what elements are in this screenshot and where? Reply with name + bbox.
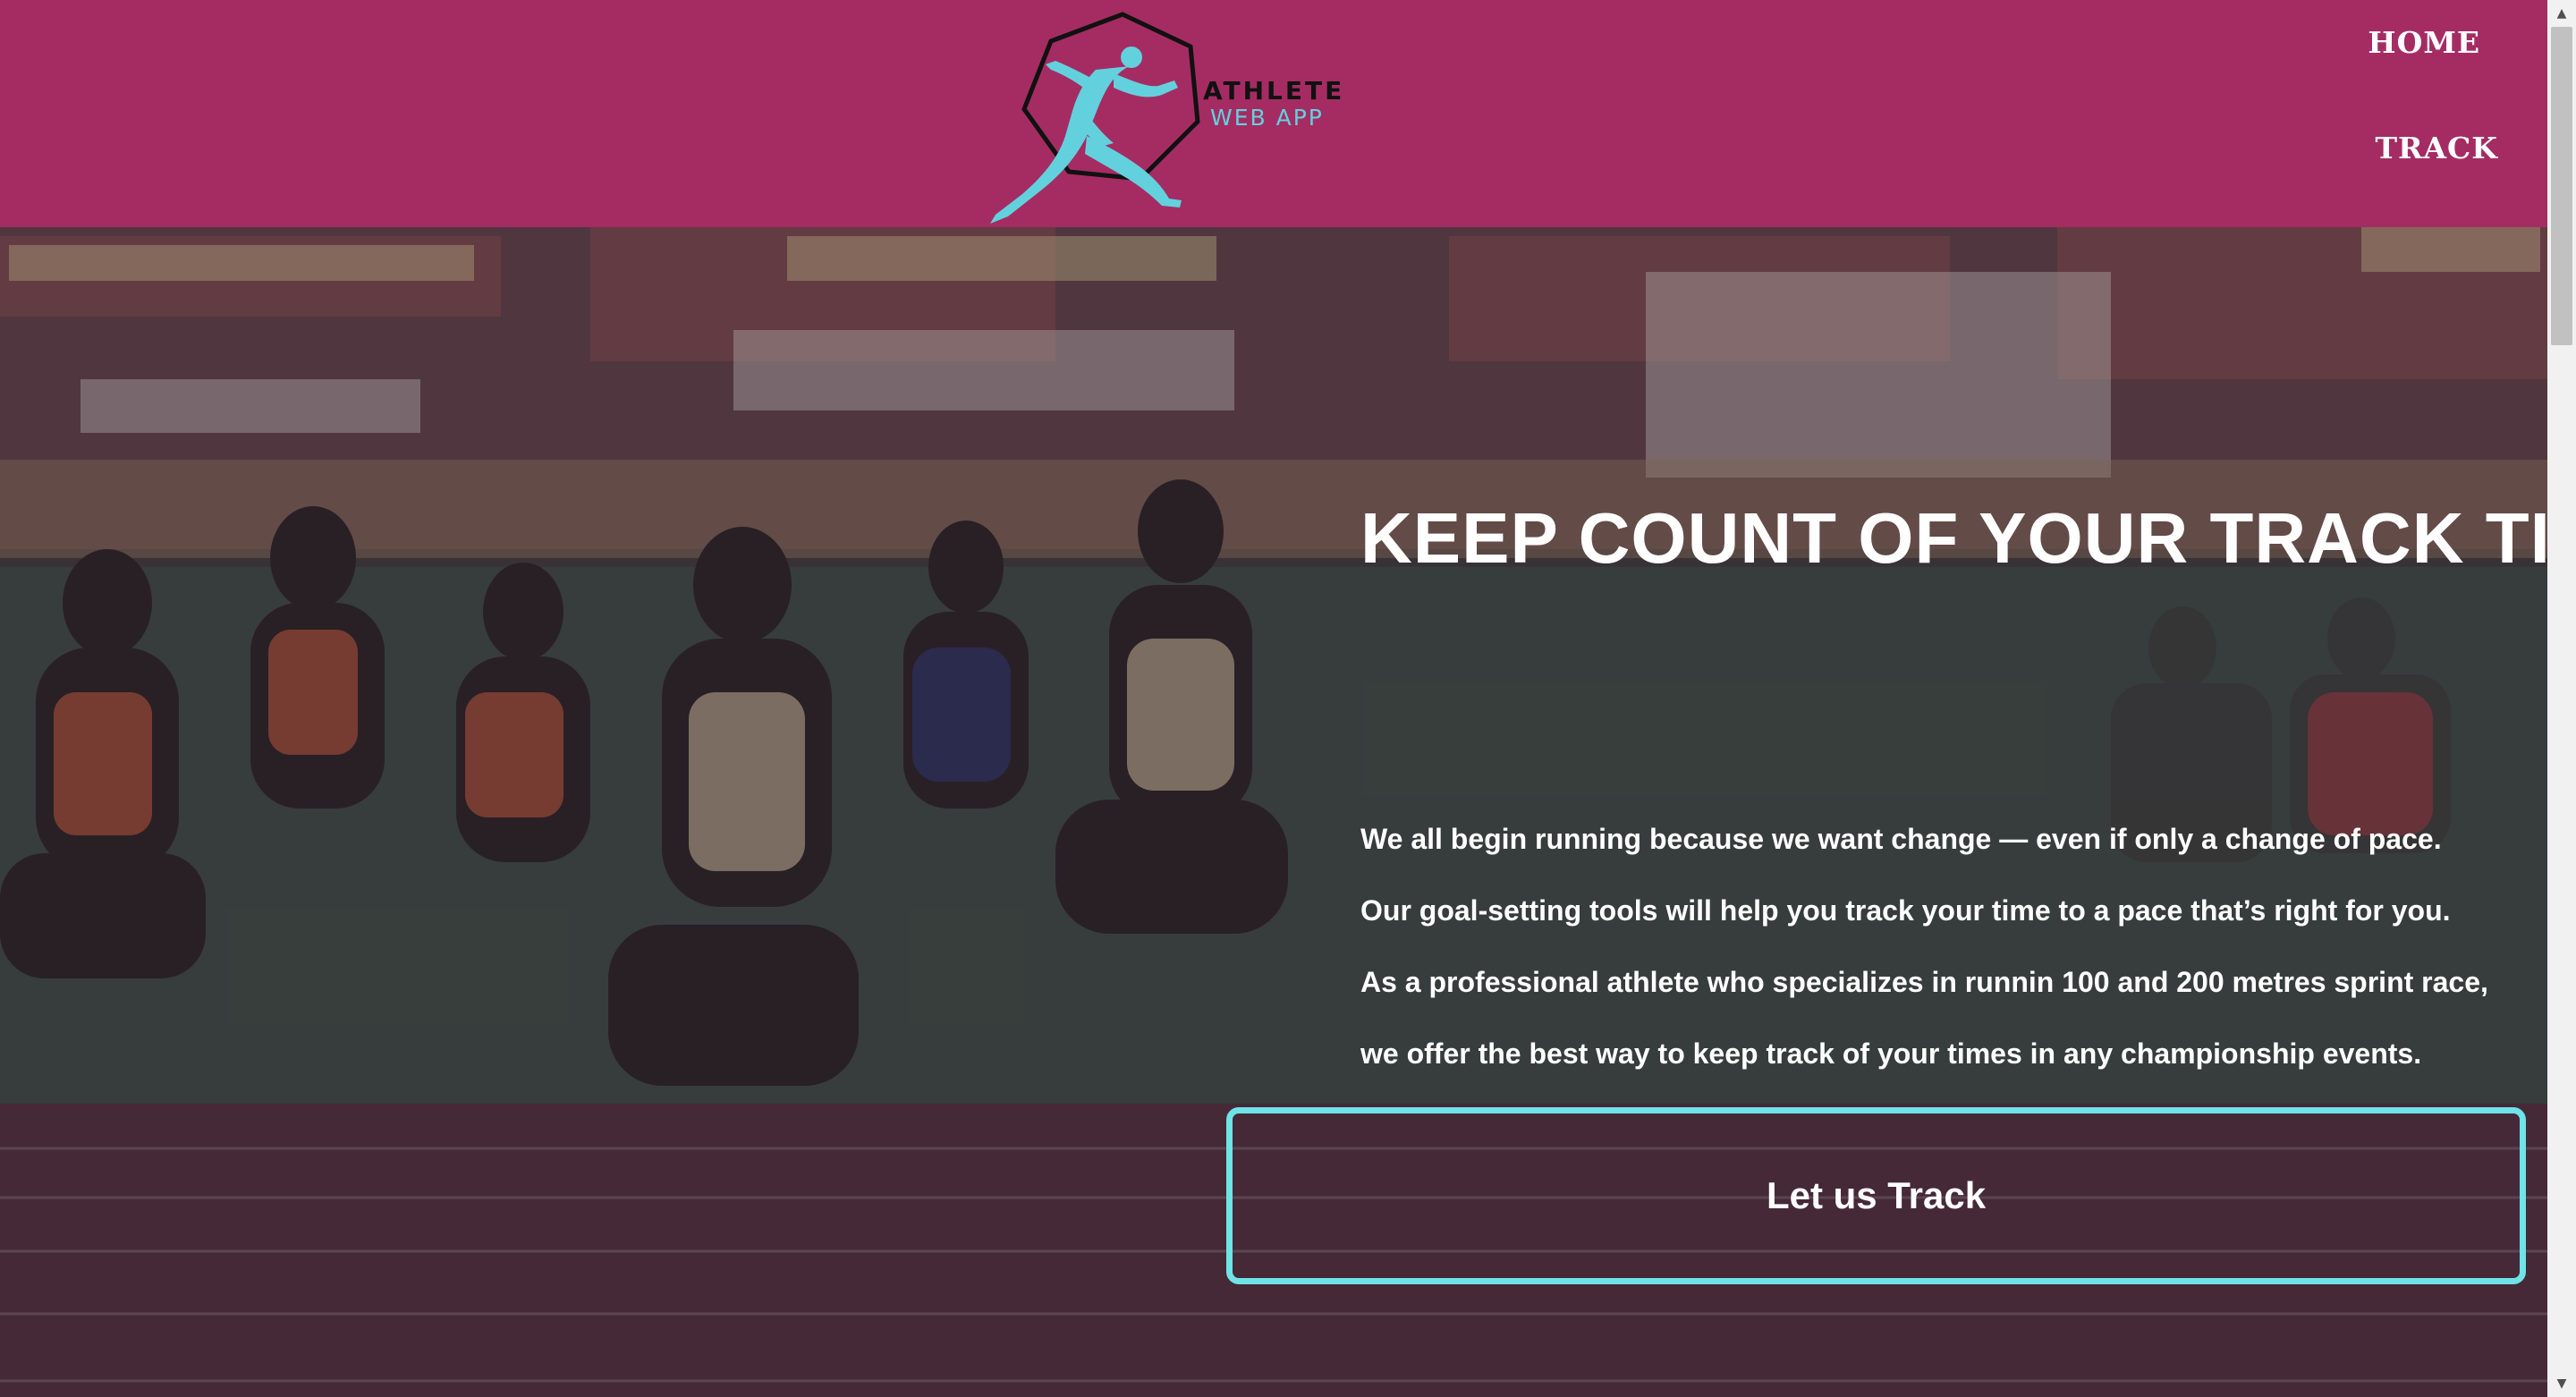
site-header: ATHLETE WEB APP HOME TRACK	[0, 0, 2547, 227]
hero-text-line: Our goal-setting tools will help you tra…	[1360, 894, 2451, 927]
scroll-up-arrow-icon[interactable]: ▲	[2547, 0, 2576, 27]
hero-text-line: As a professional athlete who specialize…	[1360, 966, 2488, 998]
nav-track-link[interactable]: TRACK	[2375, 131, 2498, 165]
hero-title: KEEP COUNT OF YOUR TRACK TIME!	[1360, 498, 2576, 578]
hero-text-line: We all begin running because we want cha…	[1360, 823, 2442, 855]
logo-title: ATHLETE	[1203, 76, 1345, 106]
scrollbar[interactable]: ▲ ▼	[2547, 0, 2576, 1397]
nav-home-link[interactable]: HOME	[2368, 25, 2480, 60]
runner-hexagon-icon	[990, 12, 1200, 224]
scrollbar-thumb[interactable]	[2551, 27, 2572, 345]
hero-text-line: we offer the best way to keep track of y…	[1360, 1037, 2422, 1070]
scroll-down-arrow-icon[interactable]: ▼	[2547, 1370, 2576, 1397]
logo[interactable]: ATHLETE WEB APP	[979, 11, 1355, 230]
let-us-track-button[interactable]: Let us Track	[1226, 1107, 2526, 1284]
logo-subtitle: WEB APP	[1210, 105, 1324, 131]
